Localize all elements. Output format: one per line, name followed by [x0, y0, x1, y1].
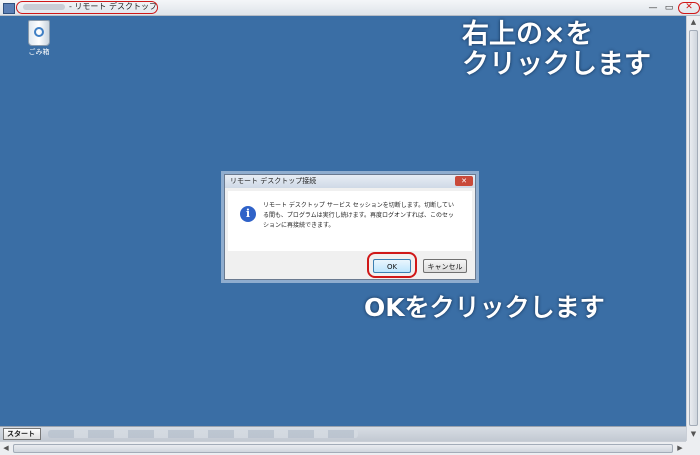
instruction-click-close: 右上の×を クリックします — [462, 20, 651, 80]
recycle-bin-icon — [28, 20, 50, 46]
disconnect-dialog: リモート デスクトップ接続 ✕ i リモート デスクトップ サービス セッション… — [224, 174, 476, 280]
dialog-body: i リモート デスクトップ サービス セッションを切断します。切断している間も、… — [228, 191, 472, 251]
remote-taskbar: スタート — [0, 426, 686, 441]
recycle-bin-label: ごみ箱 — [28, 48, 50, 56]
dialog-title: リモート デスクトップ接続 — [230, 177, 317, 185]
scroll-up-arrow-icon[interactable]: ▲ — [687, 17, 700, 28]
scroll-down-arrow-icon[interactable]: ▼ — [687, 429, 700, 440]
start-button[interactable]: スタート — [3, 428, 41, 440]
scroll-left-arrow-icon[interactable]: ◀ — [0, 442, 12, 455]
vertical-scroll-thumb[interactable] — [689, 30, 698, 426]
dialog-titlebar: リモート デスクトップ接続 ✕ — [225, 175, 475, 188]
vertical-scrollbar[interactable]: ▲ ▼ — [686, 16, 700, 441]
recycle-bin[interactable]: ごみ箱 — [24, 20, 54, 57]
window-title-text: - リモート デスクトップ接続 — [69, 2, 157, 11]
horizontal-scroll-thumb[interactable] — [13, 444, 673, 453]
window-titlebar: - リモート デスクトップ接続 — ▭ ✕ — [0, 0, 700, 16]
window-controls: — ▭ ✕ — [646, 0, 700, 16]
redacted-hostname — [23, 4, 65, 10]
redacted-taskbar-items — [48, 430, 358, 438]
instruction-line-1: 右上の×を — [462, 19, 593, 50]
scrollbar-corner — [686, 441, 700, 455]
instruction-line-2: クリックします — [462, 49, 651, 80]
window-title: - リモート デスクトップ接続 — [16, 1, 158, 14]
remote-desktop-icon — [3, 3, 15, 14]
close-button[interactable]: ✕ — [678, 2, 700, 14]
ok-button[interactable]: OK — [373, 259, 411, 273]
horizontal-scrollbar[interactable]: ◀ ▶ — [0, 441, 686, 455]
cancel-button[interactable]: キャンセル — [423, 259, 467, 273]
instruction-click-ok: OKをクリックします — [364, 293, 605, 322]
dialog-message: リモート デスクトップ サービス セッションを切断します。切断している間も、プロ… — [263, 202, 455, 229]
scroll-right-arrow-icon[interactable]: ▶ — [674, 442, 686, 455]
dialog-close-button[interactable]: ✕ — [455, 176, 473, 186]
maximize-button[interactable]: ▭ — [662, 2, 676, 14]
information-icon: i — [240, 206, 256, 222]
minimize-button[interactable]: — — [646, 2, 660, 14]
